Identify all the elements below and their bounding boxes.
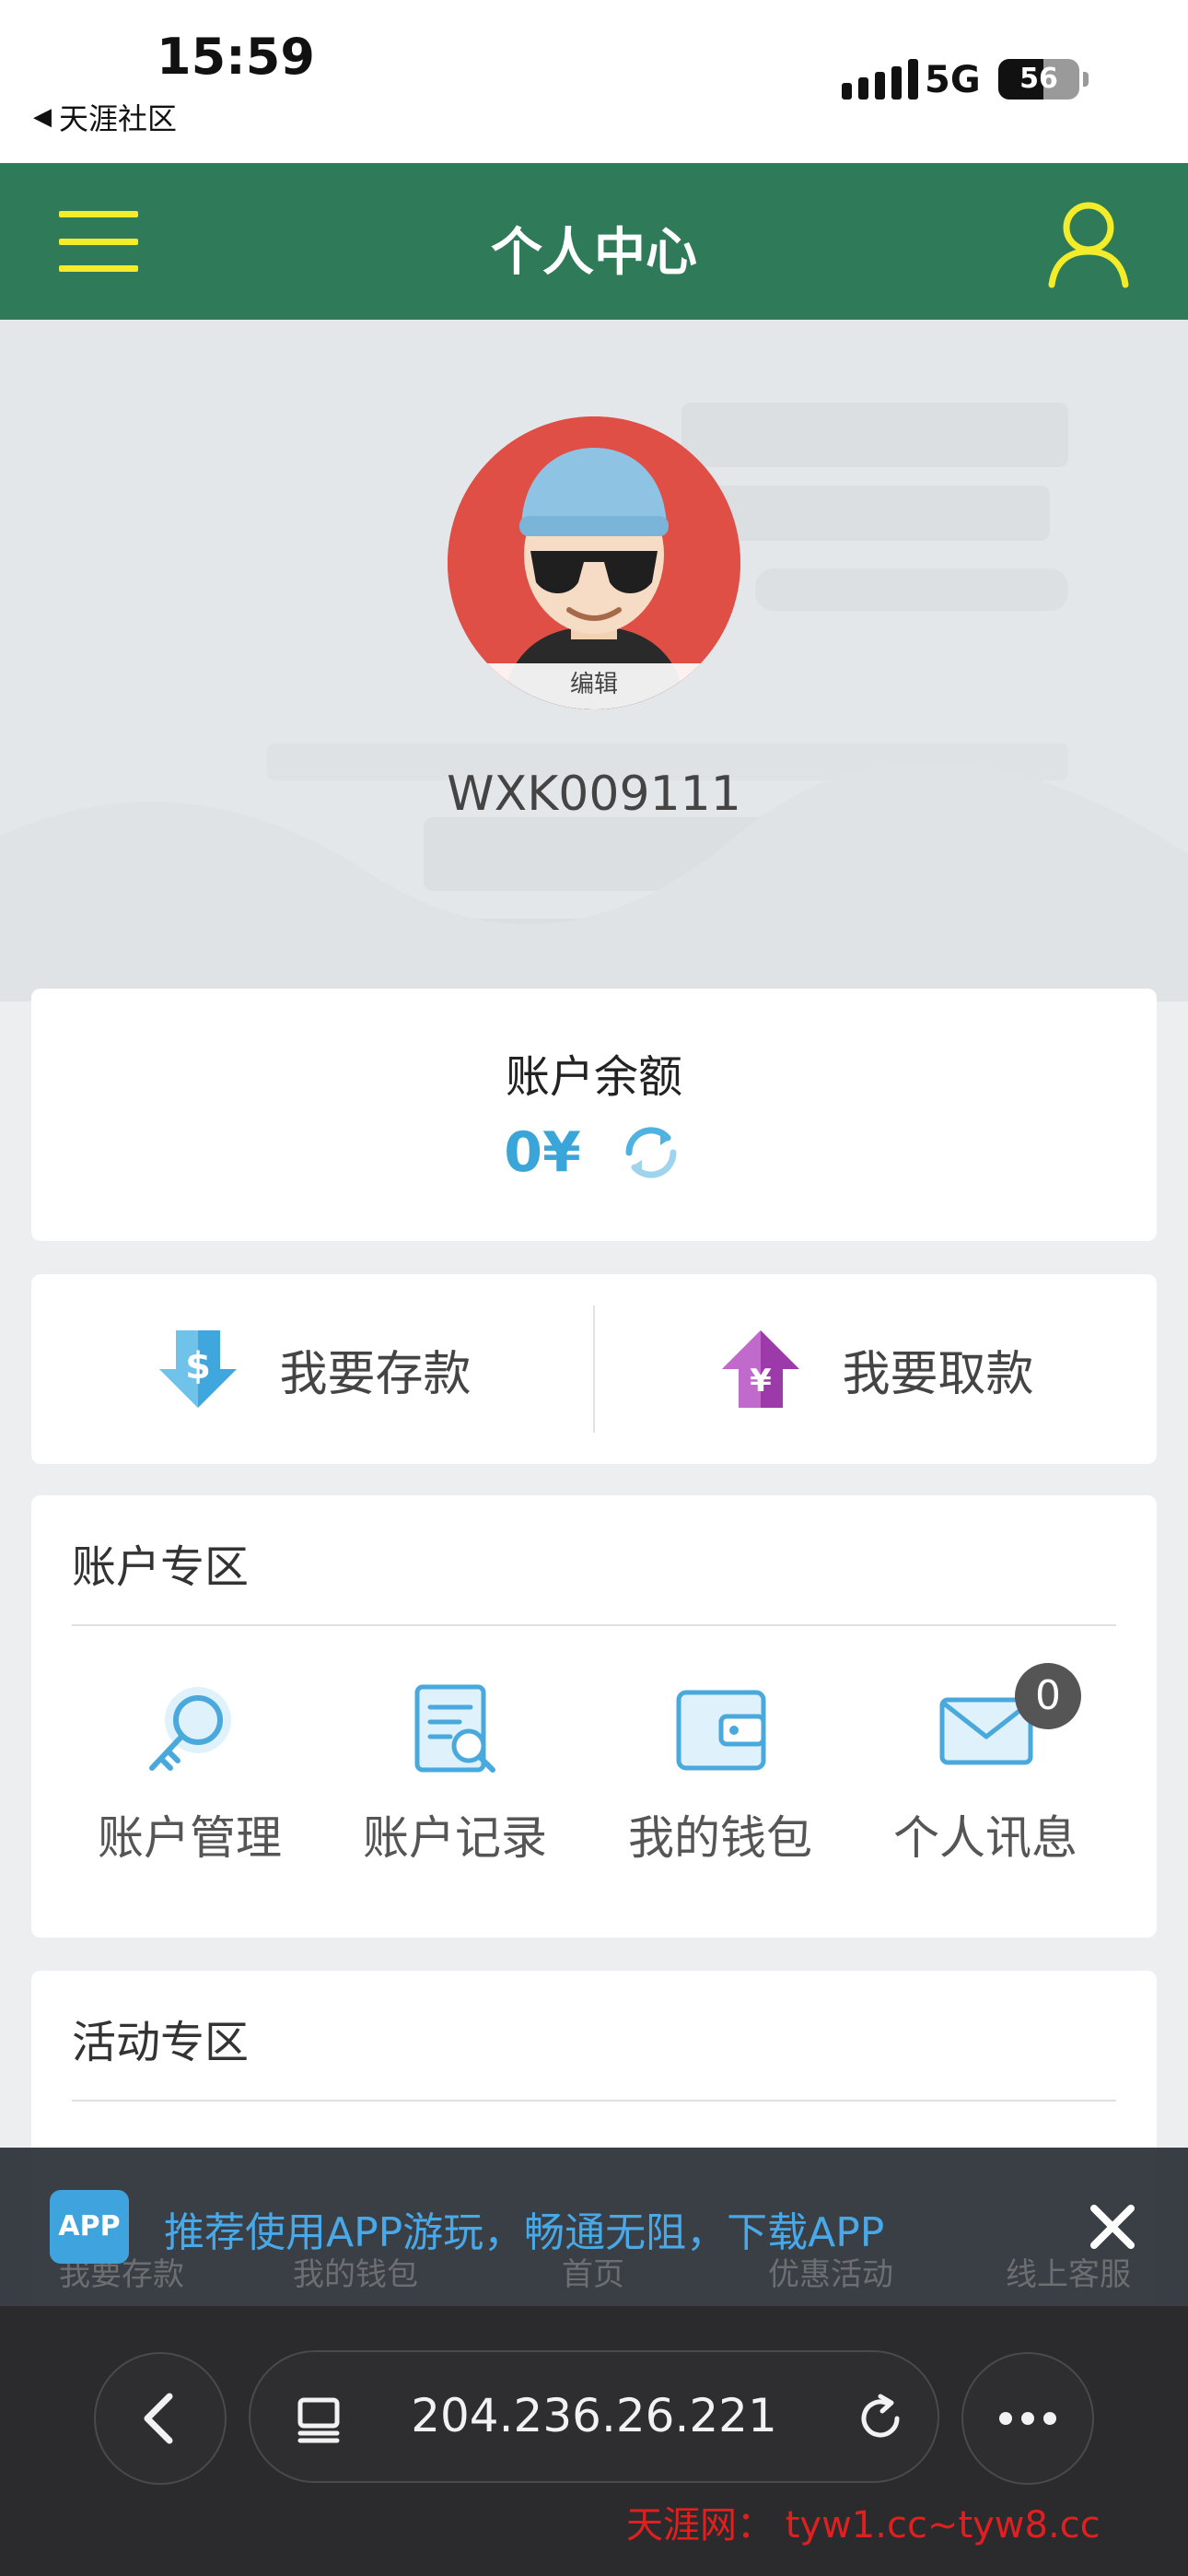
watermark-text: 天涯网： tyw1.cc~tyw8.cc: [626, 2504, 1101, 2547]
svg-text:$: $: [186, 1345, 212, 1388]
personal-messages-item[interactable]: 0 个人讯息: [866, 1663, 1105, 1868]
username: WXK009111: [447, 767, 741, 822]
account-zone-card: 账户专区 账户管理 账户记录 我的钱包 0 个人讯息: [31, 1495, 1157, 1938]
svg-text:¥: ¥: [751, 1363, 773, 1399]
section-title: 账户专区: [72, 1541, 250, 1593]
item-label: 我的钱包: [628, 1811, 812, 1865]
user-profile-icon[interactable]: [1044, 196, 1133, 288]
account-management-item[interactable]: 账户管理: [70, 1680, 309, 1868]
item-label: 账户记录: [363, 1811, 547, 1865]
signal-icon: [842, 59, 918, 100]
withdraw-icon: ¥: [722, 1330, 800, 1408]
more-dots-icon: [999, 2412, 1056, 2425]
avatar[interactable]: 编辑: [448, 416, 740, 709]
section-title: 活动专区: [72, 2017, 250, 2068]
balance-label: 账户余额: [505, 1051, 682, 1103]
back-app-label: 天涯社区: [59, 101, 178, 136]
url-text[interactable]: 204.236.26.221: [250, 2389, 938, 2442]
unread-count-badge: 0: [1015, 1663, 1081, 1729]
reload-icon[interactable]: [853, 2391, 908, 2446]
item-label: 个人讯息: [893, 1811, 1077, 1865]
status-bar: 15:59 ◀ 天涯社区 5G 56: [0, 0, 1188, 163]
wallet-icon: [676, 1690, 766, 1771]
network-type: 5G: [925, 59, 981, 101]
withdraw-label: 我要取款: [842, 1346, 1034, 1402]
account-records-item[interactable]: 账户记录: [335, 1680, 575, 1868]
refresh-icon[interactable]: [618, 1119, 684, 1186]
section-divider: [72, 2100, 1116, 2102]
more-options-button[interactable]: [961, 2352, 1094, 2485]
deposit-icon: $: [159, 1330, 238, 1408]
record-search-icon: [414, 1684, 495, 1773]
close-icon[interactable]: [1087, 2201, 1138, 2253]
withdraw-button[interactable]: ¥ 我要取款: [594, 1274, 1157, 1464]
section-divider: [72, 1624, 1116, 1626]
edit-avatar-label[interactable]: 编辑: [448, 663, 740, 709]
bottom-nav-support: 线上客服: [1006, 2256, 1131, 2293]
balance-value: 0¥: [504, 1120, 581, 1185]
balance-card: 账户余额 0¥: [31, 989, 1157, 1241]
item-label: 账户管理: [98, 1811, 282, 1865]
address-bar[interactable]: 204.236.26.221: [249, 2350, 939, 2483]
app-banner-text[interactable]: 推荐使用APP游玩，畅通无阻，下载APP: [164, 2199, 884, 2258]
battery-level: 56: [1019, 63, 1058, 95]
battery-icon: 56: [998, 59, 1079, 100]
battery-cap: [1083, 72, 1089, 87]
page-title: 个人中心: [491, 223, 697, 283]
fund-actions-card: $ 我要存款 ¥ 我要取款: [31, 1274, 1157, 1464]
back-button[interactable]: [94, 2352, 227, 2485]
app-download-banner[interactable]: 我要存款 我的钱包 首页 优惠活动 线上客服 APP 推荐使用APP游玩，畅通无…: [0, 2148, 1188, 2306]
chevron-left-icon: [144, 2393, 173, 2444]
deposit-label: 我要存款: [279, 1346, 472, 1402]
app-logo-icon: APP: [50, 2190, 129, 2264]
back-triangle-icon: ◀: [33, 103, 52, 131]
deposit-button[interactable]: $ 我要存款: [31, 1274, 594, 1464]
clock: 15:59: [157, 28, 315, 86]
my-wallet-item[interactable]: 我的钱包: [600, 1680, 840, 1868]
back-to-app[interactable]: ◀ 天涯社区: [33, 96, 177, 138]
key-icon: [149, 1687, 231, 1771]
top-nav-bar: 个人中心: [0, 163, 1188, 320]
